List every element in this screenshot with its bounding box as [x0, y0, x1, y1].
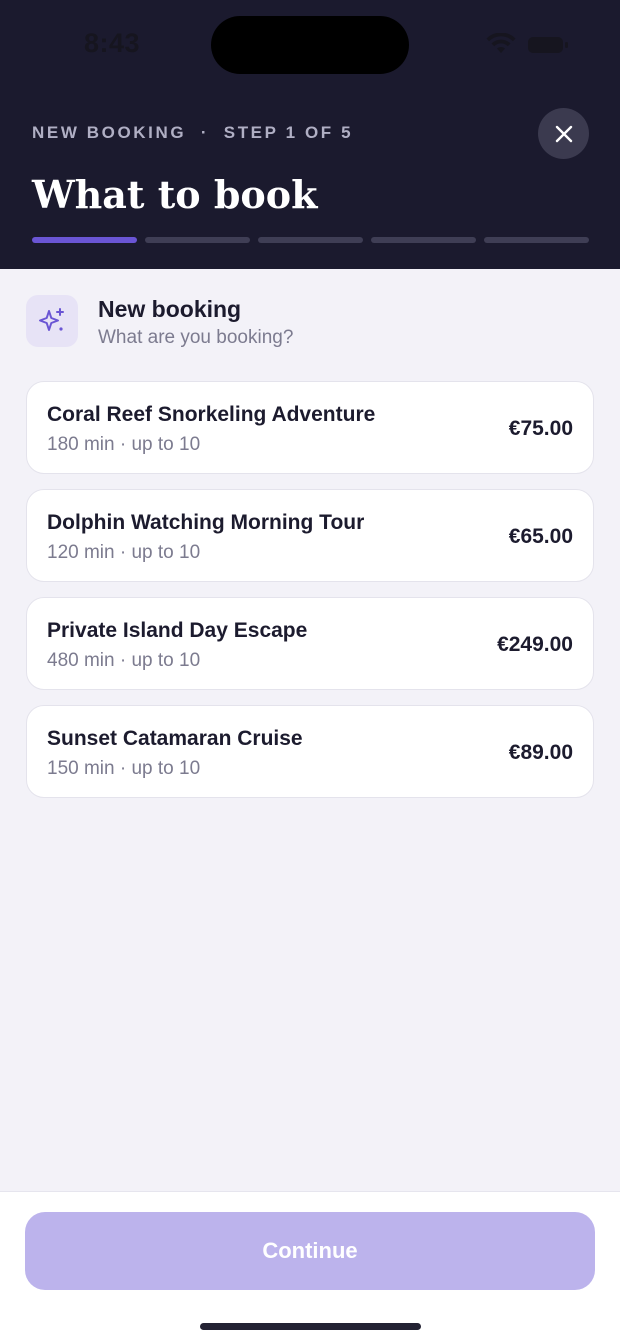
close-button[interactable]	[538, 108, 589, 159]
service-price: €75.00	[508, 417, 573, 440]
service-name: Coral Reef Snorkeling Adventure	[47, 403, 376, 426]
intro-icon-tile	[26, 295, 78, 347]
service-name: Private Island Day Escape	[47, 619, 308, 642]
service-card-sunset-catamaran[interactable]: Sunset Catamaran Cruise 150 min · up to …	[26, 705, 594, 798]
footer: Continue	[0, 1191, 620, 1342]
service-price: €249.00	[497, 633, 573, 656]
home-indicator	[200, 1323, 421, 1330]
continue-button[interactable]: Continue	[25, 1212, 595, 1290]
wifi-icon	[486, 33, 516, 53]
dynamic-island	[211, 16, 409, 74]
progress-segment	[145, 237, 250, 243]
step-progress	[32, 237, 589, 243]
status-time: 8:43	[84, 28, 141, 58]
service-price: €89.00	[508, 741, 573, 764]
service-list: Coral Reef Snorkeling Adventure 180 min …	[26, 381, 594, 798]
service-card-dolphin-watching[interactable]: Dolphin Watching Morning Tour 120 min · …	[26, 489, 594, 582]
intro-title: New booking	[98, 296, 242, 322]
close-icon	[555, 125, 572, 142]
service-card-private-island[interactable]: Private Island Day Escape 480 min · up t…	[26, 597, 594, 690]
service-price: €65.00	[508, 525, 573, 548]
service-meta: 180 min · up to 10	[47, 434, 201, 455]
service-name: Dolphin Watching Morning Tour	[47, 511, 365, 534]
progress-segment	[484, 237, 589, 243]
service-name: Sunset Catamaran Cruise	[47, 727, 303, 750]
header: 8:43 NEW BOOKING · STEP 1 OF 5 What to b…	[0, 0, 620, 269]
intro-subtitle: What are you booking?	[98, 327, 294, 348]
service-meta: 480 min · up to 10	[47, 650, 201, 671]
service-meta: 120 min · up to 10	[47, 542, 201, 563]
page-title: What to book	[32, 172, 318, 217]
battery-icon	[528, 37, 568, 53]
service-card-coral-reef[interactable]: Coral Reef Snorkeling Adventure 180 min …	[26, 381, 594, 474]
progress-segment	[371, 237, 476, 243]
progress-segment	[32, 237, 137, 243]
service-meta: 150 min · up to 10	[47, 758, 201, 779]
step-indicator: NEW BOOKING · STEP 1 OF 5	[32, 123, 354, 142]
sparkles-icon	[39, 308, 64, 331]
progress-segment	[258, 237, 363, 243]
